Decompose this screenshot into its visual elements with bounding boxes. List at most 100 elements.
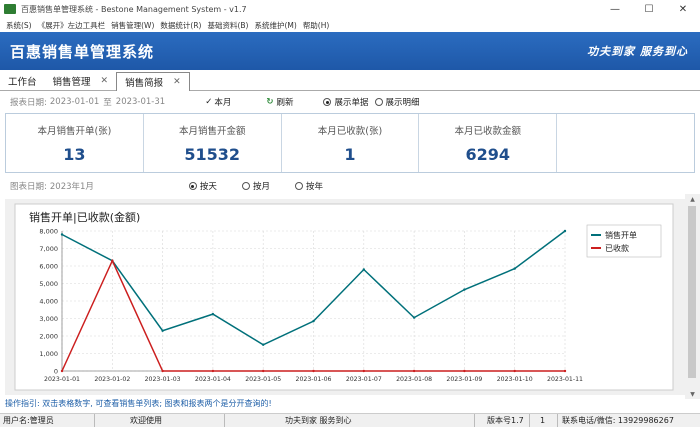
tab-label: 销售管理 xyxy=(52,77,91,88)
by-day-radio[interactable]: 按天 xyxy=(188,180,217,192)
data-point[interactable] xyxy=(262,343,265,346)
sales-line-chart[interactable]: 销售开单|已收款(金额) 0 1,000 2,000 3,000 4,000 5,000 6,… xyxy=(5,199,685,395)
radio-dot-icon xyxy=(323,98,332,106)
y-tick-label: 4,000 xyxy=(39,298,58,306)
y-tick-label: 3,000 xyxy=(39,315,58,323)
card-value[interactable]: 6294 xyxy=(466,145,511,164)
by-day-label: 按天 xyxy=(199,182,217,192)
close-icon[interactable]: ✕ xyxy=(101,76,109,86)
radio-dot-icon xyxy=(294,182,303,190)
summary-card-received-amount[interactable]: 本月已收款金额 6294 xyxy=(419,114,558,172)
data-point[interactable] xyxy=(111,259,114,262)
close-icon[interactable]: ✕ xyxy=(173,77,181,87)
x-tick-label: 2023-01-03 xyxy=(145,376,181,383)
operation-hint: 操作指引: 双击表格数字, 可查看销售单列表; 图表和报表两个是分开查询的! xyxy=(5,399,272,408)
card-value[interactable]: 13 xyxy=(63,145,85,164)
status-bar: 用户名:管理员 欢迎使用 功夫到家 服务到心 版本号1.7 1 联系电话/微信:… xyxy=(0,413,700,427)
this-month-button[interactable]: ✓ 本月 xyxy=(205,96,231,108)
scroll-up-icon[interactable]: ▲ xyxy=(685,194,700,204)
data-point[interactable] xyxy=(463,288,466,291)
menu-sales[interactable]: 销售管理(W) xyxy=(111,20,154,31)
vertical-scrollbar[interactable]: ▲ ▼ xyxy=(685,194,700,399)
data-point[interactable] xyxy=(312,319,315,323)
chart-date-label: 图表日期: xyxy=(10,182,47,192)
data-point[interactable] xyxy=(262,369,265,373)
y-tick-label: 1,000 xyxy=(39,350,58,358)
x-tick-label: 2023-01-04 xyxy=(195,376,231,383)
status-count: 1 xyxy=(530,413,558,427)
radio-dot-icon xyxy=(188,182,197,190)
report-filter-row: 报表日期: 2023-01-01 至 2023-01-31 ✓ 本月 ↻ 刷新 … xyxy=(0,94,700,110)
by-year-label: 按年 xyxy=(305,182,323,192)
data-point[interactable] xyxy=(161,369,164,373)
data-point[interactable] xyxy=(513,267,516,270)
data-point[interactable] xyxy=(362,369,365,373)
data-point[interactable] xyxy=(312,369,315,373)
summary-cards: 本月销售开单(张) 13 本月销售开金额 51532 本月已收款(张) 1 本月… xyxy=(5,113,695,173)
minimize-button[interactable]: — xyxy=(598,0,632,18)
tab-label: 销售简报 xyxy=(125,78,164,89)
data-point[interactable] xyxy=(412,316,416,319)
menu-bar: 系统(S) 《展开》左边工具栏 销售管理(W) 数据统计(R) 基础资料(B) … xyxy=(0,18,700,32)
show-doc-label: 展示单据 xyxy=(334,98,369,108)
card-value[interactable]: 1 xyxy=(344,145,355,164)
scroll-thumb[interactable] xyxy=(688,206,696,378)
menu-expand-toolbar[interactable]: 《展开》左边工具栏 xyxy=(38,20,106,31)
data-point[interactable] xyxy=(412,369,416,373)
status-user: 用户名:管理员 xyxy=(0,413,95,427)
y-tick-label: 6,000 xyxy=(39,263,58,271)
chart-panel: 销售开单|已收款(金额) 0 1,000 2,000 3,000 4,000 5,000 6,… xyxy=(5,199,685,395)
tab-sales-management[interactable]: 销售管理 ✕ xyxy=(45,72,117,90)
data-point[interactable] xyxy=(513,369,516,373)
legend-label: 销售开单 xyxy=(605,230,637,240)
status-slogan: 功夫到家 服务到心 xyxy=(225,413,475,427)
close-button[interactable]: ✕ xyxy=(666,0,700,18)
title-bar: 百惠销售单管理系统 - Bestone Management System - … xyxy=(0,0,700,18)
y-tick-label: 0 xyxy=(54,368,58,376)
data-point[interactable] xyxy=(563,229,567,233)
range-separator: 至 xyxy=(103,98,112,108)
x-tick-label: 2023-01-11 xyxy=(547,376,583,383)
summary-card-received-count[interactable]: 本月已收款(张) 1 xyxy=(282,114,420,172)
refresh-label: 刷新 xyxy=(276,98,294,108)
by-year-radio[interactable]: 按年 xyxy=(294,180,323,192)
menu-system[interactable]: 系统(S) xyxy=(6,20,32,31)
menu-basic-data[interactable]: 基础资料(B) xyxy=(207,20,248,31)
data-point[interactable] xyxy=(211,369,215,373)
data-point[interactable] xyxy=(60,233,64,236)
menu-statistics[interactable]: 数据统计(R) xyxy=(160,20,201,31)
refresh-button[interactable]: ↻ 刷新 xyxy=(266,96,293,108)
data-point[interactable] xyxy=(60,369,64,373)
start-date-field[interactable]: 2023-01-01 xyxy=(50,97,99,107)
end-date-field[interactable]: 2023-01-31 xyxy=(116,97,165,107)
header-banner: 百惠销售单管理系统 功夫到家 服务到心 xyxy=(0,32,700,70)
show-doc-radio[interactable]: 展示单据 xyxy=(323,96,369,108)
status-welcome: 欢迎使用 xyxy=(95,413,225,427)
scroll-down-icon[interactable]: ▼ xyxy=(685,389,700,399)
maximize-button[interactable]: ☐ xyxy=(632,0,666,18)
legend-label: 已收款 xyxy=(605,243,629,253)
data-point[interactable] xyxy=(211,312,215,316)
card-label: 本月已收款金额 xyxy=(454,125,522,137)
tab-workbench[interactable]: 工作台 xyxy=(0,72,45,90)
check-icon: ✓ xyxy=(205,97,213,107)
chart-date-value[interactable]: 2023年1月 xyxy=(50,180,94,192)
data-point[interactable] xyxy=(362,268,365,271)
menu-help[interactable]: 帮助(H) xyxy=(303,20,330,31)
tab-sales-brief[interactable]: 销售简报 ✕ xyxy=(116,72,190,91)
card-value[interactable]: 51532 xyxy=(184,145,240,164)
menu-maintenance[interactable]: 系统维护(M) xyxy=(254,20,296,31)
show-detail-radio[interactable]: 展示明细 xyxy=(374,96,420,108)
summary-card-sales-count[interactable]: 本月销售开单(张) 13 xyxy=(6,114,144,172)
this-month-label: 本月 xyxy=(214,98,232,108)
data-point[interactable] xyxy=(161,329,164,332)
x-tick-label: 2023-01-05 xyxy=(245,376,281,383)
data-point[interactable] xyxy=(463,369,466,373)
x-tick-label: 2023-01-01 xyxy=(44,376,80,383)
data-point[interactable] xyxy=(563,369,567,373)
by-month-radio[interactable]: 按月 xyxy=(241,180,270,192)
x-tick-label: 2023-01-09 xyxy=(446,376,482,383)
summary-card-sales-amount[interactable]: 本月销售开金额 51532 xyxy=(144,114,282,172)
y-tick-label: 5,000 xyxy=(39,280,58,288)
by-month-label: 按月 xyxy=(252,182,270,192)
